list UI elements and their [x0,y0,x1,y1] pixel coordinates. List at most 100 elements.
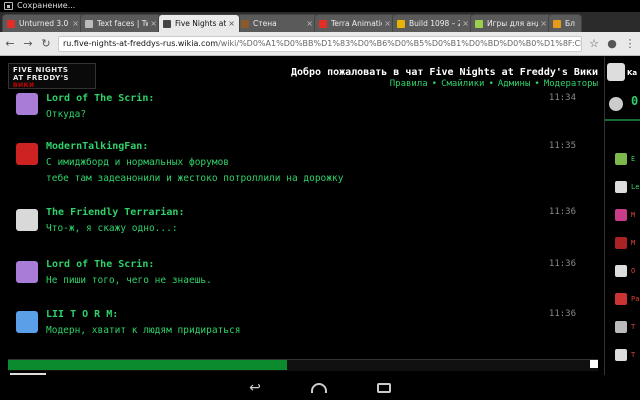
tab-close-icon[interactable]: × [306,19,313,28]
page-content: FIVE NIGHTS AT FREDDY'S ВИКИ Добро пожал… [0,57,640,375]
message-username[interactable]: Lord of The Scrin: [46,259,154,270]
chat-message: LII T O R M: 11:36 Модерн, хватит к людям … [8,307,598,343]
message-text: Модерн, хватит к людям придираться [46,325,241,336]
browser-tab[interactable]: Text faces | Twi × [80,14,162,32]
browser-tab[interactable]: Five Nights at × [158,14,240,32]
forward-icon[interactable]: → [22,37,34,50]
tab-favicon-icon [553,19,561,28]
message-username[interactable]: The Friendly Terrarian: [46,207,184,218]
message-timestamp: 11:36 [548,309,576,319]
wiki-logo[interactable]: FIVE NIGHTS AT FREDDY'S ВИКИ [8,63,96,89]
panel-user-name[interactable]: M [631,239,635,247]
link-separator: • [431,79,438,89]
bookmark-star-icon[interactable]: ☆ [588,37,600,50]
browser-tab[interactable]: Игры для андр× [470,14,552,32]
download-status-text: Сохранение... [17,1,76,10]
online-count: 0 [631,94,639,108]
online-icon [609,97,623,111]
tab-favicon-icon [7,19,15,28]
panel-user-name[interactable]: Pa [631,295,639,303]
user-avatar[interactable] [16,209,38,231]
panel-user-avatar[interactable] [615,237,627,249]
android-status-bar: Сохранение... [0,0,640,12]
menu-icon[interactable]: ⋮ [624,37,636,50]
back-icon[interactable]: ← [4,37,16,50]
tab-favicon-icon [397,19,405,28]
message-text: С имиджборд и нормальных форумов [46,157,230,168]
tab-label: Five Nights at [175,19,227,28]
panel-divider [605,119,640,121]
browser-tab[interactable]: Terra Animatio × [314,14,396,32]
back-nav-icon[interactable]: ↩ [249,380,261,396]
mic-icon[interactable]: ● [606,37,618,50]
panel-user-avatar[interactable] [615,265,627,277]
user-avatar[interactable] [16,143,38,165]
panel-user-name[interactable]: O [631,267,635,275]
header-link[interactable]: Модераторы [544,79,598,89]
tab-label: Unturned 3.0 - [19,19,71,28]
url-host: ru.five-nights-at-freddys-rus.wikia.com [63,38,219,48]
message-username[interactable]: Lord of The Scrin: [46,93,154,104]
recent-apps-icon[interactable] [376,382,391,393]
panel-user-avatar[interactable] [615,153,627,165]
panel-user-avatar[interactable] [615,349,627,361]
browser-tab[interactable]: Бл [548,14,582,32]
header-link[interactable]: Админы [498,79,531,89]
panel-user-avatar[interactable] [615,321,627,333]
tab-close-icon[interactable]: × [150,19,157,28]
chat-message: ModernTalkingFan: 11:35 С имиджборд и норм… [8,139,598,191]
logo-line-2: AT FREDDY'S [13,74,69,82]
tab-close-icon[interactable]: × [228,19,235,28]
user-avatar[interactable] [16,311,38,333]
message-timestamp: 11:34 [548,93,576,103]
tab-close-icon[interactable]: × [384,19,391,28]
panel-user-avatar[interactable] [615,209,627,221]
panel-user-name[interactable]: T [631,323,635,331]
message-timestamp: 11:35 [548,141,576,151]
user-avatar[interactable] [16,93,38,115]
chat-input-field[interactable] [8,360,288,370]
chat-message-list[interactable]: Lord of The Scrin: 11:34 Откуда? ModernTalk… [8,91,598,359]
header-link[interactable]: Правила [390,79,428,89]
download-icon [4,2,13,10]
browser-tab[interactable]: Unturned 3.0 - × [2,14,84,32]
tab-close-icon[interactable]: × [540,19,547,28]
chat-header: FIVE NIGHTS AT FREDDY'S ВИКИ Добро пожал… [0,57,606,91]
send-toggle[interactable] [590,360,598,368]
self-name: Ka [627,69,638,77]
panel-user-avatar[interactable] [615,293,627,305]
self-avatar[interactable] [607,63,625,81]
tab-favicon-icon [475,19,483,28]
header-link[interactable]: Смайлики [441,79,484,89]
tab-favicon-icon [163,19,171,28]
tab-close-icon[interactable]: × [462,19,469,28]
logo-line-1: FIVE NIGHTS [13,66,69,74]
chat-message: Lord of The Scrin: 11:34 Откуда? [8,91,598,127]
tab-label: Игры для андр [487,19,538,28]
panel-user-name[interactable]: T [631,351,635,359]
address-bar-input[interactable]: ru.five-nights-at-freddys-rus.wikia.com/… [58,35,582,52]
tab-label: Бл [565,19,575,28]
user-list-panel: Ka 0 E Le M M O Pa T T [604,57,640,375]
chat-message: Lord of The Scrin: 11:36 Не пиши того, чег… [8,257,598,293]
tab-favicon-icon [319,19,327,28]
chat-input-bar[interactable] [8,359,598,371]
message-text: Что-ж, я скажу одно...: [46,223,178,234]
message-timestamp: 11:36 [548,259,576,269]
link-separator: • [488,79,494,89]
link-separator: • [534,79,540,89]
message-username[interactable]: ModernTalkingFan: [46,141,148,152]
browser-tab[interactable]: Build 1098 – Z × [392,14,474,32]
reload-icon[interactable]: ↻ [40,37,52,50]
tab-close-icon[interactable]: × [72,19,79,28]
browser-tab[interactable]: Стена × [236,14,318,32]
browser-tab-strip: Unturned 3.0 - × Text faces | Twi × Five Nig… [0,12,640,32]
panel-user-name[interactable]: Le [631,183,639,191]
logo-wiki: ВИКИ [13,82,35,89]
panel-user-name[interactable]: E [631,155,635,163]
home-nav-icon[interactable] [310,382,327,393]
panel-user-name[interactable]: M [631,211,635,219]
user-avatar[interactable] [16,261,38,283]
panel-user-avatar[interactable] [615,181,627,193]
message-username[interactable]: LII T O R M: [46,309,118,320]
